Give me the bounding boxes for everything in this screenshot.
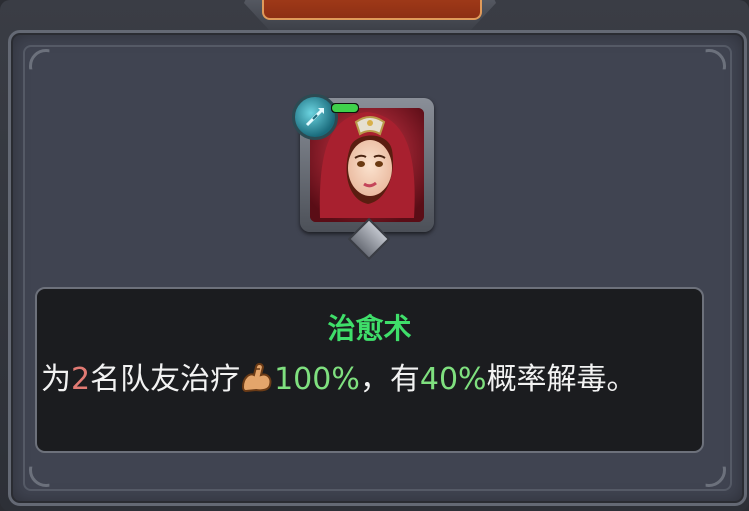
- hero-level-bar-fill: [332, 104, 358, 112]
- hero-level-bar: [331, 103, 359, 113]
- heal-value: 100%: [274, 362, 360, 397]
- desc-text: 为: [41, 362, 71, 397]
- hero-title: 安吉拉: [262, 0, 482, 20]
- skill-description-box: 治愈术 为2名队友治疗 100%，有40%概率解毒。: [35, 287, 704, 453]
- desc-text: 概率解毒。: [486, 362, 637, 397]
- staff-icon: [292, 94, 338, 140]
- skill-name: 治愈术: [327, 312, 412, 345]
- target-count: 2: [71, 362, 91, 397]
- flexed-arm-icon: [240, 361, 274, 405]
- cleanse-chance: 40%: [419, 362, 487, 397]
- desc-text: 名队友治疗: [90, 362, 241, 397]
- desc-text: ，有: [359, 362, 420, 397]
- skill-description: 为2名队友治疗 100%，有40%概率解毒。: [41, 359, 672, 405]
